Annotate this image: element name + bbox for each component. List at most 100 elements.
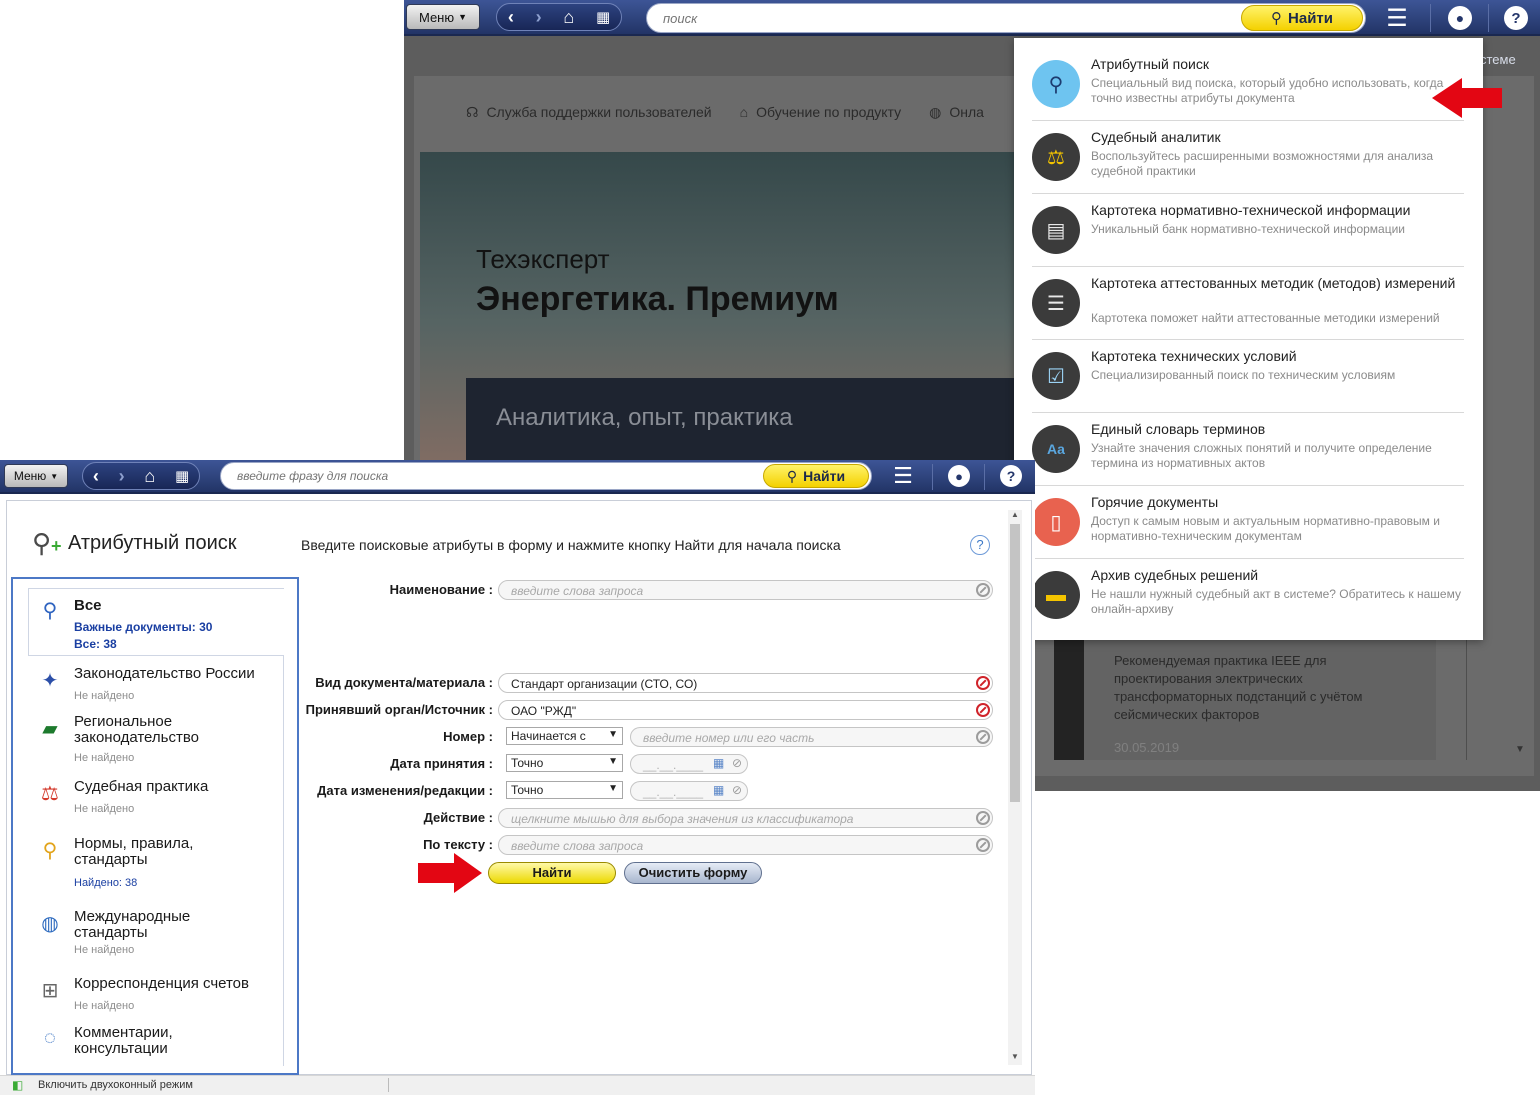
nav-group: ‹ › ⌂ ▦ xyxy=(82,462,200,490)
text-field[interactable]: введите слова запроса xyxy=(498,835,993,855)
calendar-icon[interactable]: ▦ xyxy=(713,756,724,770)
accounting-icon: ⊞ xyxy=(41,980,59,1002)
clear-field-icon[interactable] xyxy=(976,730,990,744)
graduation-cap-icon: ⌂ xyxy=(739,104,749,120)
clear-field-icon[interactable] xyxy=(976,676,990,690)
russia-map-icon: ▰ xyxy=(42,718,58,740)
training-link[interactable]: ⌂ Обучение по продукту xyxy=(740,104,902,120)
forward-arrow-icon[interactable]: › xyxy=(536,8,542,26)
toolbar-divider xyxy=(984,464,985,490)
hamburger-menu-icon[interactable]: ☰ xyxy=(888,463,918,489)
scroll-down-arrow-icon[interactable]: ▼ xyxy=(1011,1052,1019,1061)
dropdown-item-court-analyst[interactable]: ⚖ Судебный аналитик Воспользуйтесь расши… xyxy=(1032,121,1464,194)
search-bar: ⚲ Найти xyxy=(646,3,1366,33)
clear-field-icon[interactable] xyxy=(976,703,990,717)
clear-field-icon[interactable] xyxy=(976,811,990,825)
dropdown-item-court-archive[interactable]: ▬ Архив судебных решений Не нашли нужный… xyxy=(1032,559,1464,632)
headset-icon: ☊ xyxy=(466,103,479,120)
edit-date-mode-select[interactable]: Точно ▼ xyxy=(506,781,623,799)
hamburger-menu-icon[interactable]: ☰ xyxy=(1382,4,1412,33)
back-arrow-icon[interactable]: ‹ xyxy=(508,8,514,26)
globe-icon: ◍ xyxy=(929,103,942,120)
hot-document-icon: ▯ xyxy=(1032,498,1080,546)
dropdown-item-ntd-card-file[interactable]: ▤ Картотека нормативно-технической инфор… xyxy=(1032,194,1464,267)
grid-icon[interactable]: ▦ xyxy=(175,469,189,484)
archive-folder-icon: ▬ xyxy=(1032,571,1080,619)
dropdown-arrow-icon: ▼ xyxy=(608,783,618,794)
attribute-search-icon: ⚲ xyxy=(1032,60,1080,108)
search-icon: ⚲ xyxy=(42,600,58,622)
red-arrow-annotation xyxy=(1432,78,1502,118)
action-field[interactable]: щелкните мышью для выбора значения из кл… xyxy=(498,808,993,828)
find-button[interactable]: ⚲ Найти xyxy=(1241,5,1363,31)
document-list-icon: ☰ xyxy=(1032,279,1080,327)
date-label: Дата принятия : xyxy=(390,756,493,771)
user-profile-icon[interactable]: ● xyxy=(1448,6,1472,30)
date-mode-select[interactable]: Точно ▼ xyxy=(506,754,623,772)
dropdown-arrow-icon: ▼ xyxy=(608,729,618,740)
scroll-up-arrow-icon[interactable]: ▲ xyxy=(1011,510,1019,519)
menu-button[interactable]: Меню ▼ xyxy=(406,4,480,30)
support-link[interactable]: ☊ Служба поддержки пользователей xyxy=(466,104,712,121)
dual-window-toggle[interactable]: Включить двухоконный режим xyxy=(38,1079,193,1091)
clear-field-icon[interactable]: ⊘ xyxy=(732,783,742,797)
doc-type-label: Вид документа/материала : xyxy=(315,675,493,690)
service-links: ☊ Служба поддержки пользователей ⌂ Обучени… xyxy=(466,90,984,134)
hero-band: Аналитика, опыт, практика xyxy=(466,378,1016,462)
number-field[interactable]: введите номер или его часть xyxy=(630,727,993,747)
russia-emblem-icon: ✦ xyxy=(41,670,59,692)
find-button[interactable]: ⚲ Найти xyxy=(763,464,869,488)
help-icon[interactable]: ? xyxy=(1504,6,1528,30)
clear-field-icon[interactable] xyxy=(976,583,990,597)
compass-icon: ⚲ xyxy=(42,840,58,862)
scrollbar-thumb[interactable] xyxy=(1010,524,1020,802)
date-field[interactable]: __.__.____ ▦ ⊘ xyxy=(630,754,748,774)
tab-partial-label[interactable]: стеме xyxy=(1480,52,1516,67)
chevron-down-icon: ▼ xyxy=(50,471,59,481)
dropdown-item-measurement-methods[interactable]: ☰ Картотека аттестованных методик (метод… xyxy=(1032,267,1464,340)
news-card-next[interactable] xyxy=(1466,640,1526,760)
number-mode-select[interactable]: Начинается с ▼ xyxy=(506,727,623,745)
dual-window-icon[interactable]: ◧ xyxy=(12,1078,23,1092)
form-find-button[interactable]: Найти xyxy=(488,862,616,884)
number-label: Номер : xyxy=(443,729,493,744)
user-profile-icon[interactable]: ● xyxy=(948,465,970,487)
monitor-check-icon: ☑ xyxy=(1032,352,1080,400)
dropdown-item-terms-dictionary[interactable]: Aa Единый словарь терминов Узнайте значе… xyxy=(1032,413,1464,486)
vertical-scrollbar[interactable]: ▲ ▼ xyxy=(1008,510,1022,1065)
online-link[interactable]: ◍ Онла xyxy=(929,104,984,121)
edit-date-field[interactable]: __.__.____ ▦ ⊘ xyxy=(630,781,748,801)
action-label: Действие : xyxy=(423,810,493,825)
menu-button[interactable]: Меню ▼ xyxy=(4,464,68,488)
dropdown-item-hot-documents[interactable]: ▯ Горячие документы Доступ к самым новым… xyxy=(1032,486,1464,559)
calendar-icon[interactable]: ▦ xyxy=(713,783,724,797)
name-field[interactable]: введите слова запроса xyxy=(498,580,993,600)
toolbar-divider xyxy=(1430,4,1431,32)
search-input[interactable] xyxy=(237,463,757,489)
hero-subtitle: Техэксперт xyxy=(476,244,610,274)
form-instructions: Введите поисковые атрибуты в форму и наж… xyxy=(301,537,841,553)
scroll-down-arrow-icon[interactable]: ▼ xyxy=(1515,744,1525,755)
home-icon[interactable]: ⌂ xyxy=(563,8,574,26)
edit-date-label: Дата изменения/редакции : xyxy=(317,783,493,798)
forward-arrow-icon[interactable]: › xyxy=(119,467,125,485)
clear-form-button[interactable]: Очистить форму xyxy=(624,862,762,884)
dictionary-icon: Aa xyxy=(1032,425,1080,473)
category-panel-rule xyxy=(283,656,284,1066)
dropdown-item-technical-conditions[interactable]: ☑ Картотека технических условий Специали… xyxy=(1032,340,1464,413)
search-input[interactable] xyxy=(663,4,1243,32)
news-title[interactable]: Рекомендуемая практика IEEE для проектир… xyxy=(1114,652,1404,724)
grid-icon[interactable]: ▦ xyxy=(596,10,610,25)
name-label: Наименование : xyxy=(389,582,493,597)
help-icon[interactable]: ? xyxy=(1000,465,1022,487)
source-field[interactable]: ОАО "РЖД" xyxy=(498,700,993,720)
text-label: По тексту : xyxy=(423,837,493,852)
help-circle-icon[interactable]: ? xyxy=(970,535,990,555)
back-arrow-icon[interactable]: ‹ xyxy=(93,467,99,485)
news-card-strip xyxy=(1054,640,1084,760)
clear-field-icon[interactable]: ⊘ xyxy=(732,756,742,770)
home-icon[interactable]: ⌂ xyxy=(144,467,155,485)
clear-field-icon[interactable] xyxy=(976,838,990,852)
dropdown-item-attribute-search[interactable]: ⚲ Атрибутный поиск Специальный вид поиск… xyxy=(1032,48,1464,121)
doc-type-field[interactable]: Стандарт организации (СТО, СО) xyxy=(498,673,993,693)
